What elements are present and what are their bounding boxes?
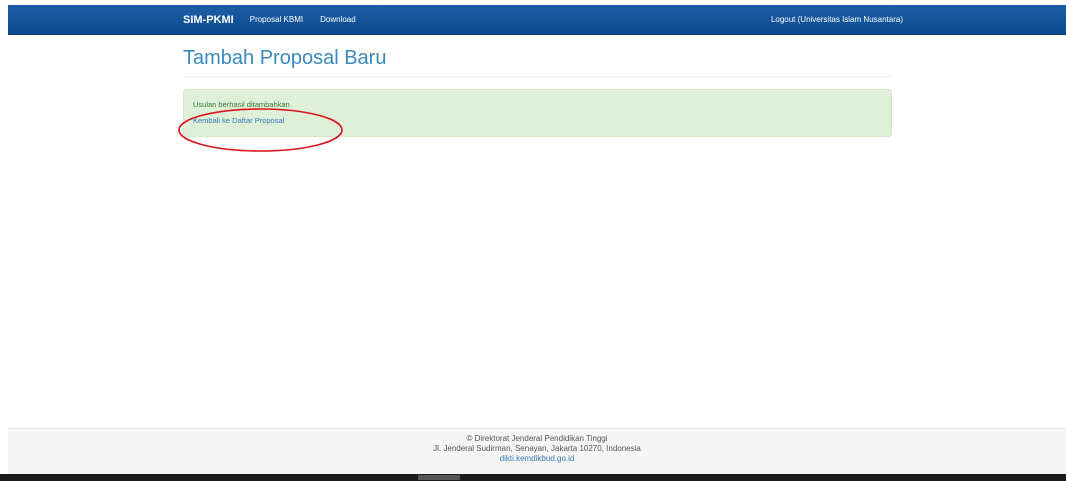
- navbar-inner: SIM-PKMI Proposal KBMI Download Logout (…: [183, 5, 903, 34]
- horizontal-scrollbar[interactable]: [0, 474, 1066, 481]
- page-title: Tambah Proposal Baru: [183, 46, 892, 77]
- main-content: Tambah Proposal Baru Usulan berhasil dit…: [183, 46, 892, 137]
- footer-website-link[interactable]: dikti.kemdikbud.go.id: [8, 454, 1066, 464]
- back-to-proposal-list-link[interactable]: Kembali ke Daftar Proposal: [193, 116, 284, 125]
- logout-link[interactable]: Logout (Universitas Islam Nusantara): [771, 5, 903, 34]
- navbar: SIM-PKMI Proposal KBMI Download Logout (…: [8, 5, 1066, 35]
- nav-link-proposal-kbmi[interactable]: Proposal KBMI: [250, 15, 303, 24]
- scrollbar-thumb[interactable]: [418, 475, 460, 480]
- page: SIM-PKMI Proposal KBMI Download Logout (…: [0, 0, 1066, 481]
- footer: © Direktorat Jenderal Pendidikan Tinggi …: [8, 428, 1066, 474]
- footer-copyright: © Direktorat Jenderal Pendidikan Tinggi: [466, 434, 608, 443]
- nav-link-download[interactable]: Download: [320, 15, 356, 24]
- success-alert: Usulan berhasil ditambahkan Kembali ke D…: [183, 89, 892, 137]
- footer-address: Jl. Jenderal Sudirman, Senayan, Jakarta …: [433, 444, 641, 453]
- alert-message: Usulan berhasil ditambahkan: [193, 100, 290, 109]
- brand-link[interactable]: SIM-PKMI: [183, 14, 234, 26]
